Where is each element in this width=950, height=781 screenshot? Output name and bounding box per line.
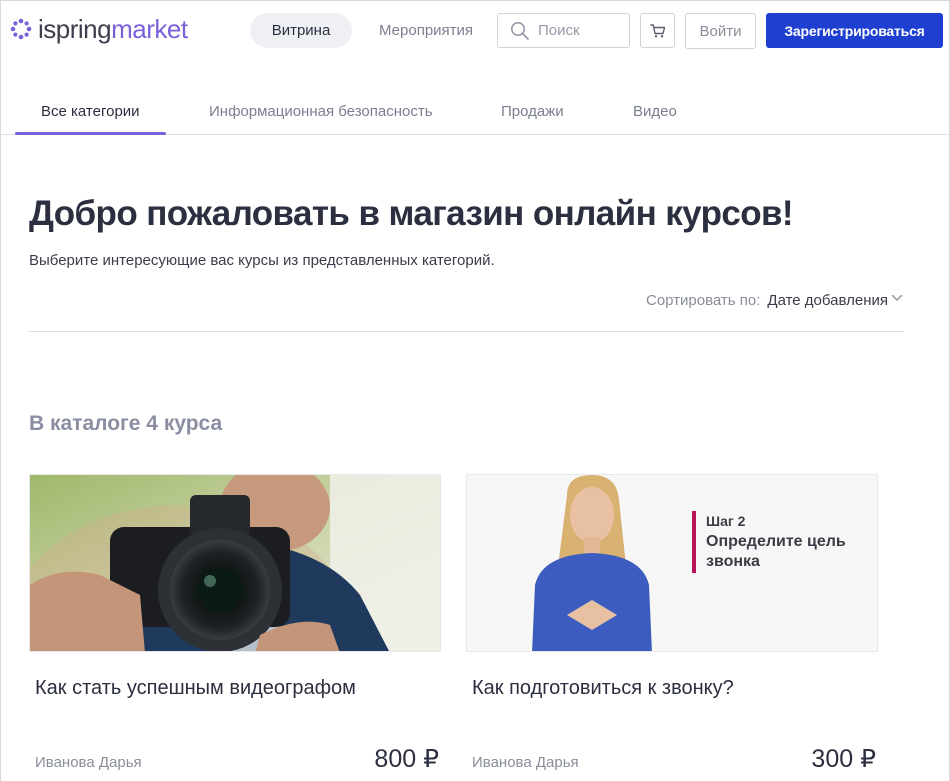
category-tabs: Все категории Информационная безопасност… bbox=[1, 91, 949, 135]
page-subtitle: Выберите интересующие вас курсы из предс… bbox=[29, 252, 495, 269]
photographer-image bbox=[30, 475, 440, 651]
cart-button[interactable] bbox=[640, 13, 675, 48]
tab-all-categories[interactable]: Все категории bbox=[41, 91, 140, 135]
sort-value[interactable]: Дате добавления bbox=[767, 292, 888, 309]
brand-name-market: market bbox=[111, 13, 188, 44]
sort-control[interactable]: Сортировать по: Дате добавления bbox=[646, 292, 903, 309]
sort-label: Сортировать по: bbox=[646, 292, 761, 309]
page-frame: ispringmarket Витрина Мероприятия Войти … bbox=[0, 0, 950, 781]
nav-showcase[interactable]: Витрина bbox=[250, 13, 352, 48]
login-button[interactable]: Войти bbox=[685, 13, 756, 49]
tab-information-security[interactable]: Информационная безопасность bbox=[209, 91, 433, 135]
register-button[interactable]: Зарегистрироваться bbox=[766, 13, 943, 48]
course-author: Иванова Дарья bbox=[35, 754, 142, 771]
search-icon bbox=[511, 21, 529, 40]
brand-name: ispringmarket bbox=[38, 14, 188, 45]
course-author: Иванова Дарья bbox=[472, 754, 579, 771]
tab-sales[interactable]: Продажи bbox=[501, 91, 564, 135]
course-title[interactable]: Как стать успешным видеографом bbox=[35, 677, 356, 700]
active-tab-indicator bbox=[15, 132, 166, 135]
top-header: ispringmarket Витрина Мероприятия Войти … bbox=[1, 1, 949, 61]
nav-events[interactable]: Мероприятия bbox=[379, 13, 473, 48]
course-image-photographer[interactable] bbox=[29, 474, 441, 652]
search-input[interactable] bbox=[538, 22, 622, 39]
course-price: 800 ₽ bbox=[374, 745, 439, 773]
tab-video[interactable]: Видео bbox=[633, 91, 677, 135]
slide-accent-bar bbox=[692, 511, 696, 573]
chevron-down-icon bbox=[891, 294, 903, 301]
course-image-presenter[interactable]: Шаг 2 Определите цель звонка bbox=[466, 474, 878, 652]
course-card[interactable]: Шаг 2 Определите цель звонка Как подгото… bbox=[466, 474, 878, 773]
course-price: 300 ₽ bbox=[811, 745, 876, 773]
catalog-count: В каталоге 4 курса bbox=[29, 412, 223, 435]
search-box[interactable] bbox=[497, 13, 630, 48]
page-title: Добро пожаловать в магазин онлайн курсов… bbox=[29, 194, 794, 233]
ispring-logo-icon bbox=[10, 18, 32, 40]
cart-icon bbox=[649, 23, 665, 37]
slide-heading: Определите цель звонка bbox=[706, 533, 846, 570]
course-title[interactable]: Как подготовиться к звонку? bbox=[472, 677, 734, 700]
brand-name-ispring: ispring bbox=[38, 13, 112, 44]
brand-logo[interactable]: ispringmarket bbox=[9, 13, 188, 45]
course-card[interactable]: Как стать успешным видеографом Иванова Д… bbox=[29, 474, 441, 773]
slide-step-label: Шаг 2 bbox=[706, 513, 746, 529]
section-divider bbox=[29, 331, 904, 332]
